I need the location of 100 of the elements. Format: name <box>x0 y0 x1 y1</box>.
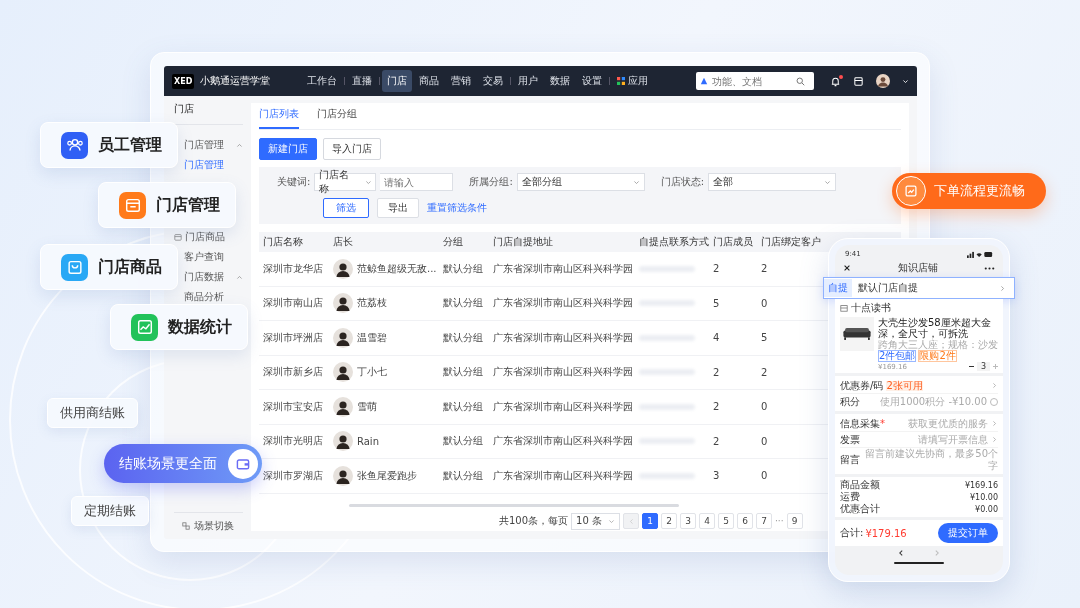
page-button[interactable]: 3 <box>680 513 696 529</box>
page-size-select[interactable]: 10 条 <box>571 512 620 530</box>
table-cell-text: 4 <box>712 332 721 344</box>
close-icon[interactable] <box>843 264 851 272</box>
back-icon[interactable] <box>897 549 905 557</box>
nav-tab[interactable]: 工作台 <box>302 70 343 92</box>
chevron-right-icon <box>991 382 998 389</box>
nav-tab[interactable]: 商品 <box>414 70 445 92</box>
page-button[interactable]: 1 <box>642 513 658 529</box>
filter-button[interactable]: 筛选 <box>323 198 369 218</box>
sidebar-item[interactable]: 门店商品 <box>174 227 243 247</box>
export-button[interactable]: 导出 <box>377 198 419 218</box>
order-option[interactable]: 发票 请填写开票信息 <box>840 432 998 448</box>
product-tag: 2件包邮 <box>878 350 917 362</box>
total-amount: ¥179.16 <box>865 527 908 539</box>
feature-tag: 供用商结账 <box>47 398 138 428</box>
nav-tab[interactable]: 门店 <box>382 70 413 92</box>
table-cell-text: 深圳市光明店 <box>262 434 324 449</box>
tab[interactable]: 门店分组 <box>317 107 357 129</box>
nav-tab[interactable]: 用户 <box>513 70 544 92</box>
calendar-icon[interactable] <box>853 75 864 87</box>
table-cell-text: 广东省深圳市南山区科兴科学园 <box>492 296 634 311</box>
table-cell-text: 默认分组 <box>442 261 484 276</box>
option-label: 发票 <box>840 432 860 447</box>
avatar <box>333 293 353 314</box>
option-value: 获取更优质的服务 <box>907 417 988 430</box>
total-count: 共100条，每页 <box>499 514 569 528</box>
quantity-field[interactable]: 3 <box>976 362 990 371</box>
table-cell-text: 默认分组 <box>442 296 484 311</box>
status-icons-drawing <box>967 250 993 258</box>
nav-tab[interactable]: 设置 <box>577 70 608 92</box>
feature-label: 门店管理 <box>156 194 220 216</box>
nav-tab[interactable]: 数据 <box>545 70 576 92</box>
total-label: 合计: <box>840 526 864 540</box>
page-button[interactable]: 5 <box>718 513 734 529</box>
order-option[interactable]: 信息采集* 获取更优质的服务 <box>840 416 998 432</box>
order-option[interactable]: 积分 使用1000积分 -¥10.00 <box>840 394 998 409</box>
sidebar-item[interactable]: 门店管理 <box>174 135 243 155</box>
option-label: 优惠券/码 <box>840 378 884 393</box>
tab[interactable]: 门店列表 <box>259 107 299 129</box>
page-button[interactable]: 6 <box>737 513 753 529</box>
summary-label: 运费 <box>840 490 860 504</box>
reset-link[interactable]: 重置筛选条件 <box>427 201 487 215</box>
scrollbar[interactable] <box>349 503 679 507</box>
notification-button[interactable] <box>830 75 841 87</box>
search-icon <box>796 76 805 86</box>
table-cell-text: 深圳市宝安店 <box>262 399 324 414</box>
sidebar-item[interactable]: 商品分析 <box>174 287 243 307</box>
table-cell-text: 默认分组 <box>442 434 484 449</box>
column-header: 店长 <box>332 235 354 249</box>
table-cell-text: 默认分组 <box>442 399 484 414</box>
option-value: 请填写开票信息 <box>917 433 988 446</box>
minus-button[interactable] <box>968 366 974 367</box>
caret-icon <box>632 178 640 186</box>
table-cell-text: 深圳市坪洲店 <box>262 330 324 345</box>
submit-button[interactable]: 提交订单 <box>938 523 998 543</box>
apps-icon <box>617 77 626 85</box>
feature-label: 数据统计 <box>168 316 232 338</box>
column-header: 自提点联系方式 <box>638 235 709 249</box>
feature-tag: 定期结账 <box>71 496 149 526</box>
caret-icon[interactable] <box>902 77 909 85</box>
page-button[interactable]: 2 <box>661 513 677 529</box>
account-avatar[interactable] <box>876 74 890 88</box>
nav-tab[interactable]: 应用 <box>612 70 654 92</box>
import-button[interactable]: 导入门店 <box>323 138 381 160</box>
create-button[interactable]: 新建门店 <box>259 138 317 160</box>
ellipsis: ··· <box>775 516 784 526</box>
nav-tab[interactable]: 交易 <box>478 70 509 92</box>
sidebar-item[interactable]: 门店数据 <box>174 267 243 287</box>
table-cell: 雪萌 <box>357 399 377 414</box>
option-value: 留言前建议先协商，最多50个字 <box>864 448 998 472</box>
table-cell-text: 2 <box>712 366 721 378</box>
order-option[interactable]: 优惠券/码 2张可用 <box>840 378 998 394</box>
scene-switch-button[interactable]: 场景切换 <box>174 512 243 533</box>
page-button[interactable]: 4 <box>699 513 715 529</box>
more-icon[interactable] <box>984 266 995 270</box>
pickup-option[interactable]: 自提 默认门店自提 <box>823 277 1015 299</box>
caret-icon <box>364 178 372 186</box>
product-tag: 限购2件 <box>918 350 957 362</box>
sidebar-item[interactable]: 门店管理 <box>174 155 243 175</box>
search-field[interactable]: 功能、文档 <box>696 72 814 90</box>
avatar <box>333 465 353 486</box>
page-button[interactable]: 7 <box>756 513 772 529</box>
table-cell: Rain <box>357 435 379 447</box>
status-select[interactable]: 全部 <box>708 173 837 191</box>
column-header: 门店成员 <box>712 235 754 249</box>
table-cell-text: 默认分组 <box>442 365 484 380</box>
home-indicator <box>894 562 944 564</box>
table-cell-text: 5 <box>760 332 769 344</box>
nav-tab[interactable]: 营销 <box>446 70 477 92</box>
keyword-field[interactable]: 请输入 <box>380 173 454 191</box>
group-select[interactable]: 全部分组 <box>516 173 645 191</box>
table-cell: 温雪碧 <box>357 330 387 345</box>
page-button[interactable]: 9 <box>786 513 803 529</box>
phone-title: 知识店铺 <box>897 261 938 275</box>
product-spec: 跨角大三人座；规格：沙发 <box>878 339 998 350</box>
table-cell-text: 5 <box>712 297 721 309</box>
nav-tab[interactable]: 直播 <box>347 70 378 92</box>
sidebar-item[interactable]: 客户查询 <box>174 247 243 267</box>
avatar <box>333 362 353 383</box>
